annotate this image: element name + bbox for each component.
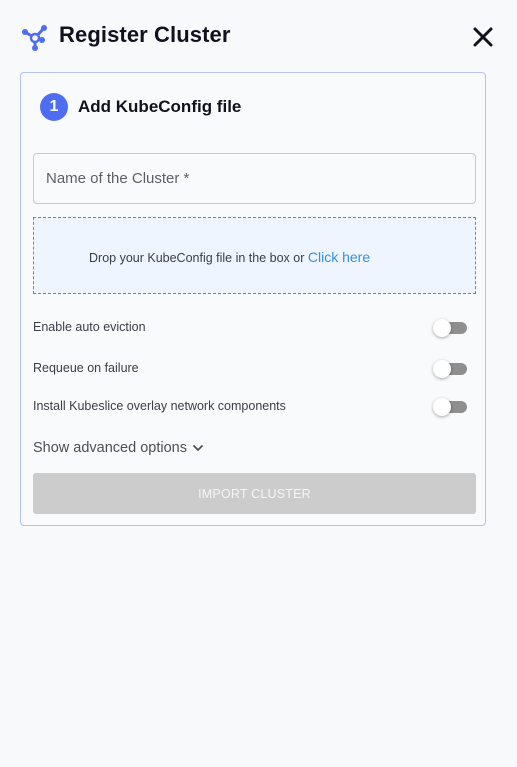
dropzone-instructions: Drop your KubeConfig file in the box or — [89, 251, 305, 265]
auto-eviction-toggle[interactable] — [433, 319, 467, 337]
import-cluster-button[interactable]: IMPORT CLUSTER — [33, 473, 476, 514]
kubeconfig-dropzone[interactable]: Drop your KubeConfig file in the box or … — [33, 217, 476, 294]
advanced-options-label: Show advanced options — [33, 440, 187, 456]
option-label: Requeue on failure — [33, 361, 139, 375]
toggle-knob — [433, 398, 451, 416]
overlay-network-toggle[interactable] — [433, 398, 467, 416]
option-requeue-on-failure: Requeue on failure — [33, 359, 467, 379]
click-here-link[interactable]: Click here — [308, 249, 370, 265]
chevron-down-icon — [193, 445, 203, 451]
option-label: Enable auto eviction — [33, 320, 146, 334]
option-label: Install Kubeslice overlay network compon… — [33, 399, 286, 413]
step-number-badge: 1 — [40, 93, 68, 121]
dropzone-text-wrapper: Drop your KubeConfig file in the box or … — [89, 249, 370, 265]
step-heading: 1 Add KubeConfig file — [40, 93, 241, 121]
panel-header: Register Cluster — [21, 20, 497, 54]
register-cluster-card: 1 Add KubeConfig file Drop your KubeConf… — [20, 72, 486, 526]
cluster-name-input[interactable] — [33, 153, 476, 204]
requeue-on-failure-toggle[interactable] — [433, 360, 467, 378]
cluster-network-icon — [22, 25, 47, 51]
step-title: Add KubeConfig file — [78, 97, 242, 116]
show-advanced-options[interactable]: Show advanced options — [33, 440, 204, 456]
option-auto-eviction: Enable auto eviction — [33, 318, 467, 338]
close-icon[interactable] — [471, 25, 495, 49]
page-title: Register Cluster — [59, 22, 231, 47]
toggle-knob — [433, 360, 451, 378]
toggle-knob — [433, 319, 451, 337]
option-overlay-network: Install Kubeslice overlay network compon… — [33, 397, 467, 417]
